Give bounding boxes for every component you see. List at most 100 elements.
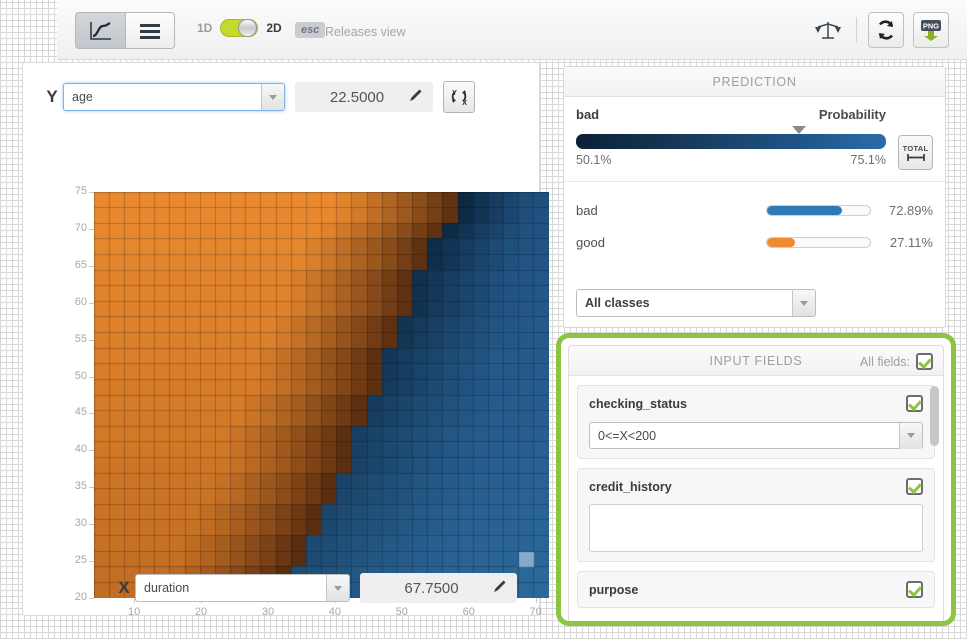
swap-axes-icon[interactable]: Y X xyxy=(443,81,475,113)
y-tick-label: 60 xyxy=(74,295,87,308)
input-fields-panel: INPUT FIELDS All fields: checking_status… xyxy=(556,333,956,626)
y-tick-label: 45 xyxy=(74,406,87,419)
all-fields-checkbox[interactable] xyxy=(916,353,933,370)
input-fields-inner: INPUT FIELDS All fields: checking_status… xyxy=(568,345,944,621)
probability-marker xyxy=(791,126,806,134)
class-probability-fill xyxy=(767,205,843,215)
input-field-checkbox[interactable] xyxy=(906,581,923,598)
esc-badge[interactable]: esc xyxy=(295,22,326,38)
chevron-down-icon xyxy=(261,84,284,110)
y-tick-label: 65 xyxy=(74,258,87,271)
view-toggle-group xyxy=(75,12,175,49)
pencil-edit-icon[interactable] xyxy=(493,579,507,598)
total-button[interactable]: TOTAL xyxy=(898,135,933,170)
x-tick-label: 60 xyxy=(462,606,475,618)
class-name: bad xyxy=(576,202,598,218)
class-percent: 27.11% xyxy=(889,234,933,250)
class-probability-bar xyxy=(766,204,871,216)
curve-chart-icon[interactable] xyxy=(75,12,125,49)
x-tick-label: 50 xyxy=(395,606,408,618)
y-tick-label: 55 xyxy=(74,332,87,345)
refresh-icon[interactable] xyxy=(868,12,904,48)
input-field-select[interactable]: 0<=X<200 xyxy=(589,422,923,449)
x-axis-controls: X duration 67.7500 xyxy=(113,573,517,603)
y-tick-mark xyxy=(89,413,94,415)
classes-filter-value: All classes xyxy=(585,296,650,310)
input-field-name: checking_status xyxy=(589,396,687,411)
input-field-name: credit_history xyxy=(589,479,672,494)
x-tick-label: 40 xyxy=(328,606,341,618)
x-tick-label: 70 xyxy=(529,606,542,618)
y-tick-label: 20 xyxy=(74,591,87,603)
mode-1d-label: 1D xyxy=(197,21,213,35)
prediction-header: PREDICTION xyxy=(564,67,945,97)
y-field-value: age xyxy=(72,90,93,104)
y-tick-mark xyxy=(89,598,94,599)
y-tick-label: 35 xyxy=(74,480,87,493)
y-value-field[interactable]: 22.5000 xyxy=(295,82,433,112)
x-field-select[interactable]: duration xyxy=(135,574,350,602)
x-value-text: 67.7500 xyxy=(404,579,459,597)
class-probability-row: bad 72.89% xyxy=(576,194,933,226)
input-field-checkbox[interactable] xyxy=(906,478,923,495)
probability-gradient-bar[interactable] xyxy=(576,134,886,149)
decision-heatmap[interactable] xyxy=(94,192,549,598)
x-tick-label: 10 xyxy=(128,606,141,618)
probability-max: 75.1% xyxy=(850,153,886,167)
toolbar-actions: PNG xyxy=(811,12,949,48)
input-field-card: credit_history xyxy=(577,468,935,562)
toolbar-divider xyxy=(856,17,857,43)
input-field-value: 0<=X<200 xyxy=(598,428,657,443)
input-field-checkbox[interactable] xyxy=(906,395,923,412)
x-axis-letter: X xyxy=(118,578,130,597)
input-field-name: purpose xyxy=(589,582,639,597)
list-view-icon[interactable] xyxy=(125,12,175,49)
probability-label: Probability xyxy=(818,107,886,122)
top-toolbar: 1D 2D esc Releases view PNG xyxy=(57,0,967,60)
probability-min: 50.1% xyxy=(576,153,612,167)
y-value-text: 22.5000 xyxy=(329,88,385,106)
fields-scrollbar-thumb[interactable] xyxy=(930,386,939,446)
heatmap-canvas[interactable] xyxy=(94,192,549,598)
class-probability-fill xyxy=(767,237,795,247)
y-tick-mark xyxy=(89,450,94,452)
measure-width-icon xyxy=(906,153,925,161)
input-field-textarea[interactable] xyxy=(589,504,923,552)
input-field-header: checking_status xyxy=(589,395,923,412)
y-tick-mark xyxy=(89,339,94,341)
input-field-header: credit_history xyxy=(589,478,923,495)
classes-filter-select[interactable]: All classes xyxy=(576,289,816,317)
x-value-field[interactable]: 67.7500 xyxy=(360,573,517,603)
y-tick-label: 75 xyxy=(74,185,87,197)
input-fields-list: checking_status 0<=X<200 credit_historypur… xyxy=(569,377,943,621)
x-tick-mark xyxy=(535,598,537,603)
y-tick-mark xyxy=(89,524,94,526)
dimension-switch[interactable] xyxy=(220,19,259,37)
scales-balance-icon[interactable] xyxy=(811,13,845,47)
dimension-mode-toggle: 1D 2D xyxy=(197,19,282,37)
y-field-select[interactable]: age xyxy=(63,83,285,111)
y-tick-label: 25 xyxy=(74,554,87,567)
class-probability-row: good 27.11% xyxy=(576,226,933,258)
mode-2d-label: 2D xyxy=(266,21,282,35)
y-tick-mark xyxy=(89,487,94,489)
releases-view-label[interactable]: Releases view xyxy=(325,25,406,39)
input-field-card: purpose xyxy=(577,571,935,608)
y-axis-letter: Y xyxy=(46,87,58,106)
class-percent: 72.89% xyxy=(888,202,933,218)
total-button-label: TOTAL xyxy=(902,143,929,153)
x-field-value: duration xyxy=(144,581,190,595)
input-field-card: checking_status 0<=X<200 xyxy=(577,385,935,459)
class-probability-bar xyxy=(766,236,871,248)
pencil-edit-icon[interactable] xyxy=(409,88,423,107)
prediction-body: bad Probability 50.1% 75.1% TOTAL xyxy=(564,97,945,170)
app-root: 1D 2D esc Releases view PNG Y age 22.500… xyxy=(0,0,967,639)
y-tick-mark xyxy=(89,561,94,563)
class-probability-list: bad 72.89% good 27.11% xyxy=(564,181,945,258)
chevron-down-icon xyxy=(899,422,922,449)
png-download-icon[interactable]: PNG xyxy=(913,12,949,48)
y-tick-mark xyxy=(89,376,94,378)
input-field-header: purpose xyxy=(589,581,923,598)
all-fields-label: All fields: xyxy=(859,354,910,369)
y-tick-mark xyxy=(89,302,94,304)
